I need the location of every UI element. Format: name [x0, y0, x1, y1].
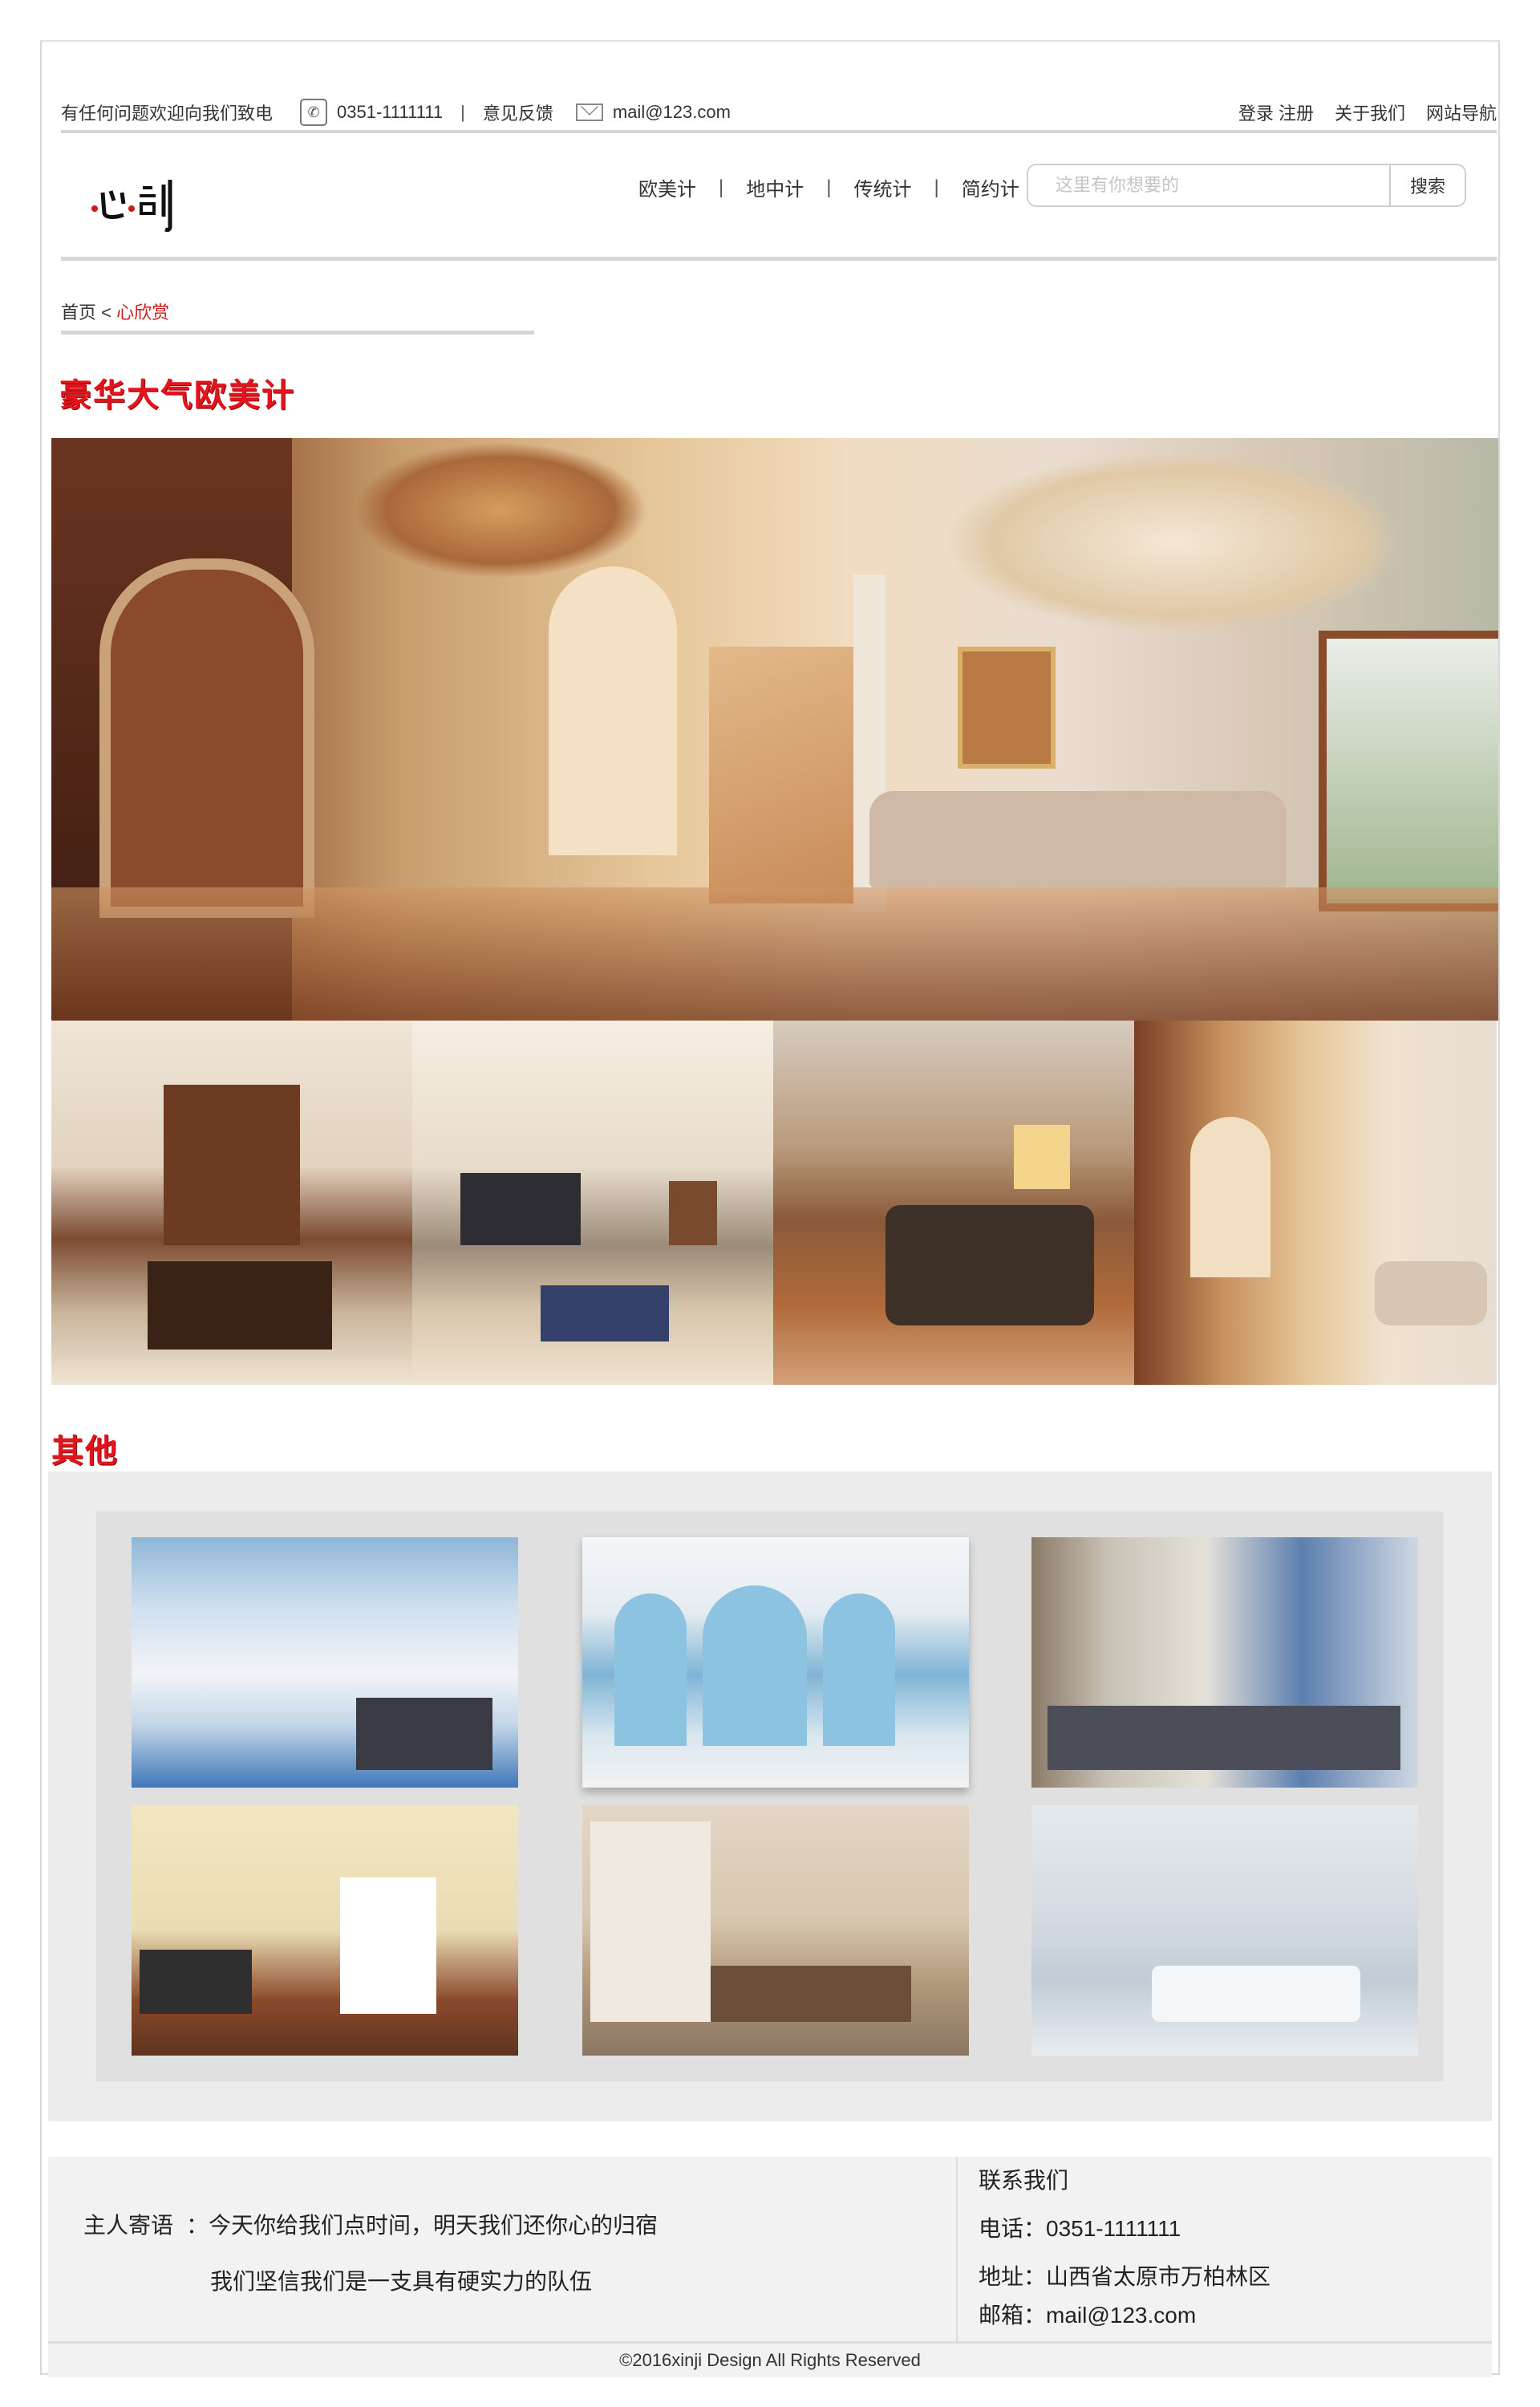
footer-contact-title: 联系我们: [979, 2168, 1069, 2193]
nav-separator: |: [934, 176, 939, 198]
nav-separator: |: [719, 176, 724, 198]
login-link[interactable]: 登录: [1238, 104, 1274, 124]
footer: [48, 2157, 1492, 2341]
breadcrumb-home[interactable]: 首页: [61, 302, 96, 323]
other-mediterranean-wall[interactable]: [582, 1537, 969, 1788]
main-nav: 欧美计 | 地中计 | 传统计 | 简约计: [638, 173, 1019, 201]
hero-living-room-image[interactable]: [51, 438, 1498, 1021]
about-link[interactable]: 关于我们: [1335, 99, 1405, 125]
footer-divider: [956, 2157, 958, 2349]
breadcrumb-current: 心欣赏: [116, 302, 170, 323]
featured-title: 豪华大气欧美计: [59, 377, 295, 414]
breadcrumb-divider: [61, 331, 534, 335]
breadcrumb: 首页 < 心欣赏: [61, 298, 169, 324]
footer-message-line1: ：今天你给我们点时间，明天我们还你心的归宿: [186, 2213, 659, 2238]
mail-icon: [575, 104, 603, 121]
logo-mark-icon: [91, 180, 172, 232]
site-nav-link[interactable]: 网站导航: [1426, 99, 1497, 125]
nav-item-traditional[interactable]: 传统计: [853, 173, 911, 201]
nav-item-mediterranean[interactable]: 地中计: [746, 173, 804, 201]
search-button[interactable]: 搜索: [1389, 165, 1465, 205]
breadcrumb-separator: <: [101, 302, 111, 323]
other-modern-bedroom[interactable]: [582, 1805, 969, 2056]
other-blue-bedroom[interactable]: [132, 1537, 518, 1788]
footer-address: 地址：山西省太原市万柏林区: [979, 2264, 1271, 2289]
thumb-classic-lounge[interactable]: [773, 1021, 1134, 1385]
footer-email: 邮箱：mail@123.com: [979, 2303, 1197, 2328]
top-bar: 有任何问题欢迎向我们致电 ✆ 0351-1111111 | 意见反馈 mail@…: [61, 95, 1497, 133]
header-divider: [61, 257, 1497, 261]
other-white-living-room[interactable]: [1031, 1805, 1418, 2056]
other-blue-living-room[interactable]: [1031, 1537, 1418, 1788]
feedback-link[interactable]: 意见反馈: [483, 99, 553, 125]
thumb-stair-hall[interactable]: [1134, 1021, 1497, 1385]
search-box: 搜索: [1027, 164, 1466, 207]
search-input[interactable]: [1028, 165, 1389, 205]
copyright-bar: ©2016xinji Design All Rights Reserved: [48, 2341, 1492, 2377]
hotline-phone: 0351-1111111: [337, 102, 444, 122]
nav-item-european[interactable]: 欧美计: [638, 173, 696, 201]
footer-phone: 电话：0351-1111111: [979, 2216, 1181, 2241]
topbar-separator: |: [460, 102, 465, 122]
thumb-modern-living-room[interactable]: [412, 1021, 773, 1385]
site-logo[interactable]: [90, 168, 186, 233]
other-title: 其他: [51, 1433, 119, 1470]
nav-item-minimalist[interactable]: 简约计: [962, 173, 1019, 201]
nav-separator: |: [826, 176, 832, 198]
footer-message-label: 主人寄语: [83, 2213, 174, 2238]
hotline-text: 有任何问题欢迎向我们致电: [61, 104, 274, 124]
phone-icon: ✆: [300, 99, 328, 126]
topbar-email: mail@123.com: [612, 102, 731, 122]
footer-message-line2: 我们坚信我们是一支具有硬实力的队伍: [210, 2269, 593, 2294]
register-link[interactable]: 注册: [1279, 104, 1314, 124]
other-dining-room[interactable]: [132, 1805, 518, 2056]
copyright-text: ©2016xinji Design All Rights Reserved: [619, 2350, 921, 2370]
thumb-chinese-living-room[interactable]: [51, 1021, 412, 1385]
